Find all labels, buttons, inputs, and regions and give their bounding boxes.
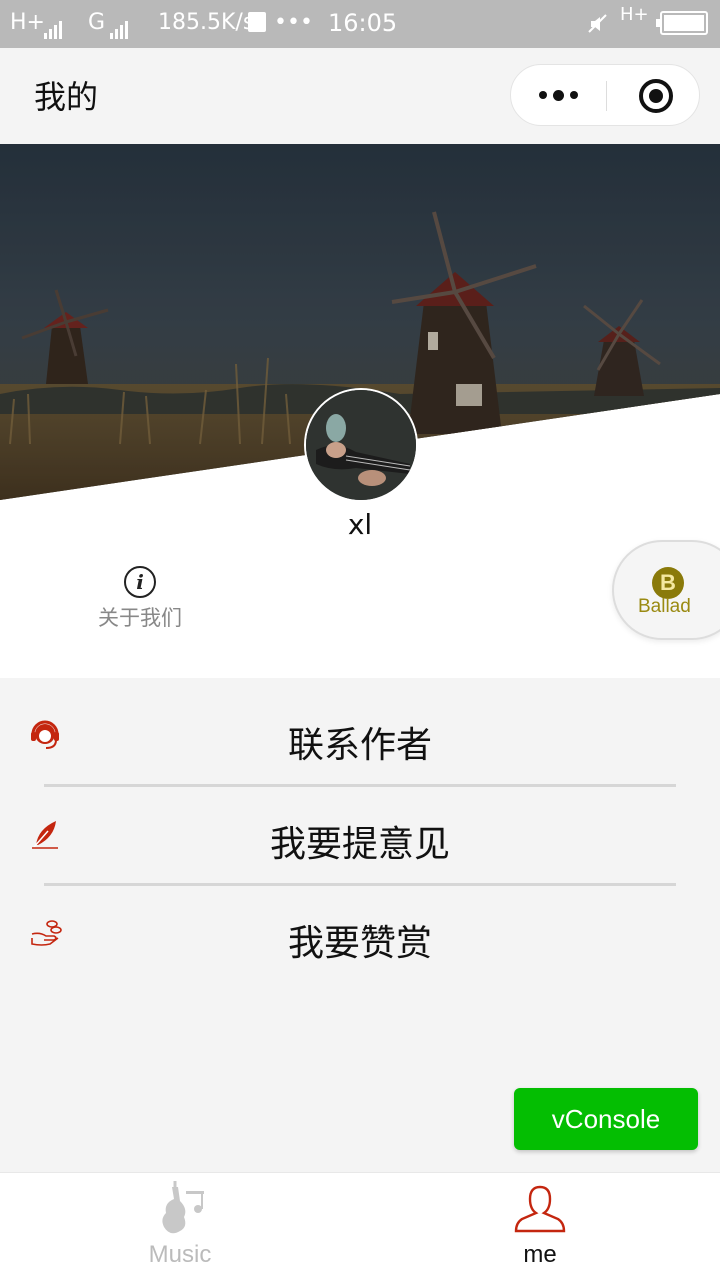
battery-icon (656, 11, 708, 35)
violin-music-icon (150, 1179, 210, 1239)
menu-list: 联系作者 我要提意见 我要赞赏 (0, 688, 720, 982)
check-notification-icon (248, 12, 266, 32)
menu-item-reward[interactable]: 我要赞赏 (0, 886, 720, 982)
tab-music[interactable]: Music (80, 1173, 280, 1280)
info-icon: i (124, 566, 156, 598)
signal-icon-1 (42, 14, 62, 39)
vconsole-button[interactable]: vConsole (514, 1088, 698, 1150)
avatar-guitar-image (306, 390, 416, 500)
more-notifications: ••• (274, 10, 313, 35)
ballad-float-button[interactable]: B Ballad (612, 540, 720, 640)
signal-icon-2 (108, 14, 128, 39)
ballad-logo-icon: B (652, 567, 684, 599)
user-avatar[interactable] (304, 388, 418, 502)
user-icon (510, 1179, 570, 1239)
ballad-brand-text: Ballad (638, 596, 691, 617)
network-type-2: G (88, 10, 106, 35)
username: xl (347, 508, 373, 541)
mute-icon (588, 14, 608, 34)
capsule-divider (606, 81, 607, 111)
miniprogram-capsule (510, 64, 700, 126)
tab-bar: Music me (0, 1172, 720, 1280)
tab-me[interactable]: me (440, 1173, 640, 1280)
nav-bar: 我的 (0, 48, 720, 144)
menu-item-contact-author[interactable]: 联系作者 (0, 688, 720, 784)
status-bar: H+ G 185.5K/s ••• 16:05 H+ (0, 0, 720, 48)
about-us-button[interactable]: i 关于我们 (80, 566, 200, 632)
menu-item-feedback[interactable]: 我要提意见 (0, 787, 720, 883)
menu-item-label: 联系作者 (287, 725, 432, 766)
network-type-3: H+ (620, 4, 649, 25)
network-speed: 185.5K/s (158, 10, 255, 35)
menu-item-label: 我要赞赏 (287, 923, 432, 964)
network-type-1: H+ (10, 10, 45, 35)
about-us-label: 关于我们 (98, 606, 182, 630)
menu-item-label: 我要提意见 (269, 824, 450, 865)
page-title: 我的 (34, 78, 99, 116)
tab-label: me (523, 1241, 557, 1268)
more-menu-button[interactable] (511, 65, 606, 125)
clock: 16:05 (328, 9, 398, 37)
tab-label: Music (148, 1241, 212, 1268)
close-miniprogram-button[interactable] (639, 79, 673, 113)
